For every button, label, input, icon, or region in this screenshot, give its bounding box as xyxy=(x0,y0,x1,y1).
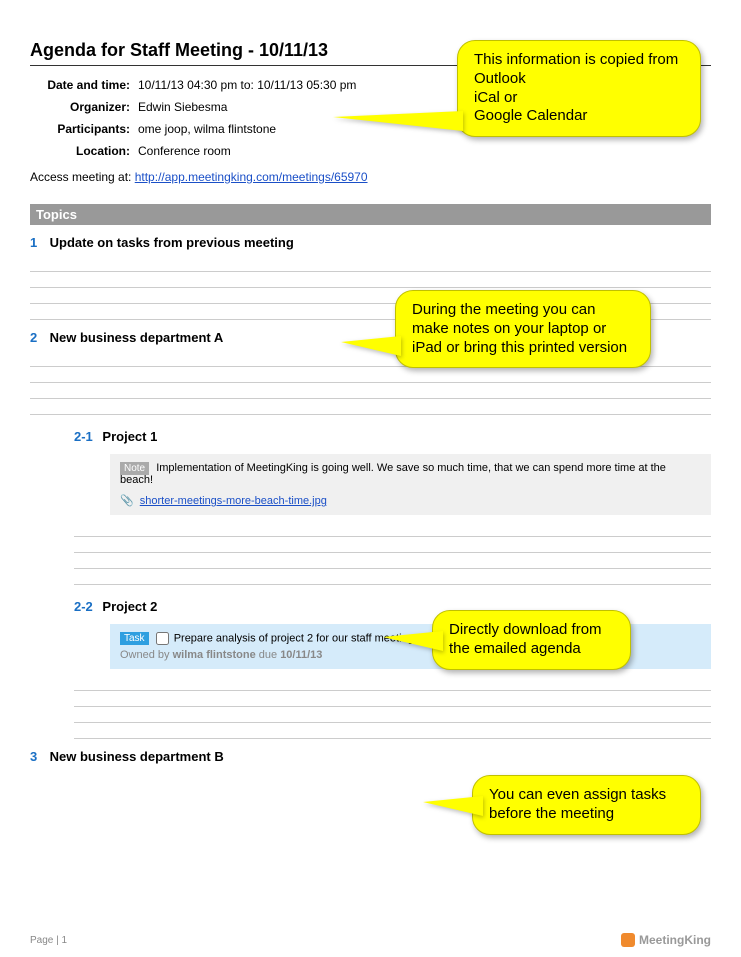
page-footer: Page | 1 MeetingKing xyxy=(30,933,711,947)
meta-label: Organizer: xyxy=(30,100,138,114)
topic-number: 2 xyxy=(30,330,46,345)
meta-location: Location: Conference room xyxy=(30,144,711,158)
meta-label: Location: xyxy=(30,144,138,158)
subtopic-number: 2-1 xyxy=(74,429,93,444)
task-text: Prepare analysis of project 2 for our st… xyxy=(174,632,417,644)
task-due: 10/11/13 xyxy=(280,649,322,661)
task-owner: wilma flintstone xyxy=(173,649,256,661)
note-lines xyxy=(74,675,711,739)
task-checkbox[interactable] xyxy=(156,632,169,645)
callout-download-attachment: Directly download from the emailed agend… xyxy=(432,610,631,670)
note-text: Implementation of MeetingKing is going w… xyxy=(120,462,666,486)
note-lines xyxy=(74,521,711,585)
access-line: Access meeting at: http://app.meetingkin… xyxy=(30,170,711,184)
access-link[interactable]: http://app.meetingking.com/meetings/6597… xyxy=(135,170,368,184)
topic-title: New business department B xyxy=(50,749,224,764)
task-owner-prefix: Owned by xyxy=(120,649,173,661)
meta-label: Date and time: xyxy=(30,78,138,92)
topic-title: Update on tasks from previous meeting xyxy=(50,235,294,250)
callout-notes-during-meeting: During the meeting you can make notes on… xyxy=(395,290,651,368)
topic-number: 3 xyxy=(30,749,46,764)
subtopic-title: Project 2 xyxy=(102,599,157,614)
callout-text: Directly download from the emailed agend… xyxy=(449,621,602,657)
task-due-prefix: due xyxy=(256,649,280,661)
callout-text: This information is copied from Outlooki… xyxy=(474,51,678,124)
callout-text: During the meeting you can make notes on… xyxy=(412,301,627,356)
paperclip-icon: 📎 xyxy=(120,495,134,507)
topic-1-head: 1 Update on tasks from previous meeting xyxy=(30,235,711,250)
brand-icon xyxy=(621,933,635,947)
meta-label: Participants: xyxy=(30,122,138,136)
callout-calendar-source: This information is copied from Outlooki… xyxy=(457,40,701,137)
topic-title: New business department A xyxy=(50,330,224,345)
subtopic-title: Project 1 xyxy=(102,429,157,444)
access-prefix: Access meeting at: xyxy=(30,170,135,184)
meta-value: Conference room xyxy=(138,144,711,158)
page-number: Page | 1 xyxy=(30,935,67,946)
brand-name: MeetingKing xyxy=(639,933,711,947)
callout-text: You can even assign tasks before the mee… xyxy=(489,786,666,822)
topics-header: Topics xyxy=(30,204,711,225)
callout-assign-tasks: You can even assign tasks before the mee… xyxy=(472,775,701,835)
document-page: This information is copied from Outlooki… xyxy=(0,0,741,957)
attachment-row: 📎 shorter-meetings-more-beach-time.jpg xyxy=(120,494,701,507)
note-box: Note Implementation of MeetingKing is go… xyxy=(110,454,711,515)
brand: MeetingKing xyxy=(621,933,711,947)
attachment-link[interactable]: shorter-meetings-more-beach-time.jpg xyxy=(140,495,327,507)
topic-3-head: 3 New business department B xyxy=(30,749,711,764)
task-badge: Task xyxy=(120,632,149,645)
subtopic-2-1-head: 2-1 Project 1 xyxy=(74,429,711,444)
topic-number: 1 xyxy=(30,235,46,250)
subtopic-number: 2-2 xyxy=(74,599,93,614)
